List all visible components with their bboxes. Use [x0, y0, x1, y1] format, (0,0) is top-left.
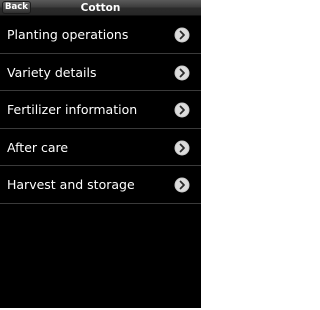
back-button[interactable]: Back	[2, 1, 31, 14]
menu-item-harvest-and-storage[interactable]: Harvest and storage	[0, 166, 201, 204]
app-screen: Cotton Back Planting operations Variety …	[0, 0, 205, 310]
menu-item-label: Harvest and storage	[7, 177, 135, 192]
chevron-right-circle-icon	[174, 27, 190, 43]
menu-item-fertilizer-information[interactable]: Fertilizer information	[0, 91, 201, 129]
chevron-right-circle-icon	[174, 140, 190, 155]
menu-item-label: Fertilizer information	[7, 102, 138, 117]
menu-item-after-care[interactable]: After care	[0, 128, 201, 166]
menu-item-variety-details[interactable]: Variety details	[0, 53, 201, 91]
menu-item-label: Planting operations	[7, 27, 129, 42]
menu-item-planting-operations[interactable]: Planting operations	[0, 16, 201, 54]
chevron-right-circle-icon	[174, 102, 190, 118]
menu-item-label: After care	[7, 139, 69, 155]
chevron-right-circle-icon	[174, 65, 190, 80]
chevron-right-circle-icon	[174, 177, 190, 193]
title-bar: Cotton Back	[0, 0, 201, 16]
menu-item-label: Variety details	[7, 64, 97, 80]
menu-list: Planting operations Variety details Fert…	[0, 16, 201, 204]
